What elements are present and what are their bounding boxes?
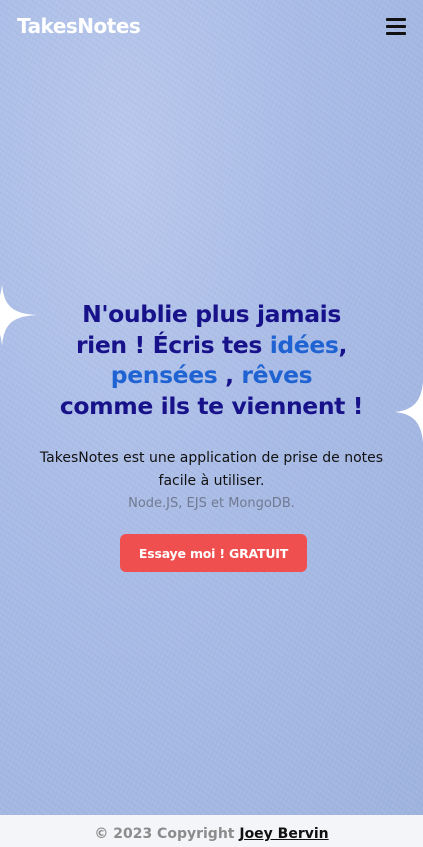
headline-line2-end: , (338, 330, 347, 359)
headline-line4: comme ils te viennent ! (59, 391, 364, 420)
hero-section: TakesNotes N'oublie plus jamais rien ! É… (0, 0, 423, 815)
headline-line2-start: rien ! Écris tes (75, 330, 270, 359)
headline-separator: , (217, 361, 242, 389)
headline-line1: N'oublie plus jamais (82, 300, 341, 328)
headline-thoughts: pensées (110, 361, 218, 389)
author-link[interactable]: Joey Bervin (239, 826, 328, 842)
try-free-button[interactable]: Essaye moi ! GRATUIT (120, 534, 307, 572)
brand-logo[interactable]: TakesNotes (17, 14, 141, 38)
headline-dreams: rêves (241, 361, 313, 389)
hero-headline: N'oublie plus jamais rien ! Écris tes id… (20, 299, 403, 421)
hamburger-menu-icon[interactable] (386, 18, 406, 35)
footer: © 2023 Copyright Joey Bervin (0, 815, 423, 847)
tech-stack-text: Node.JS, EJS et MongoDB. (128, 496, 295, 511)
headline-ideas: idées (269, 330, 339, 359)
copyright-text: © 2023 Copyright (94, 826, 240, 842)
hero-description: TakesNotes est une application de prise … (39, 450, 384, 489)
landing-page: TakesNotes N'oublie plus jamais rien ! É… (0, 0, 423, 847)
